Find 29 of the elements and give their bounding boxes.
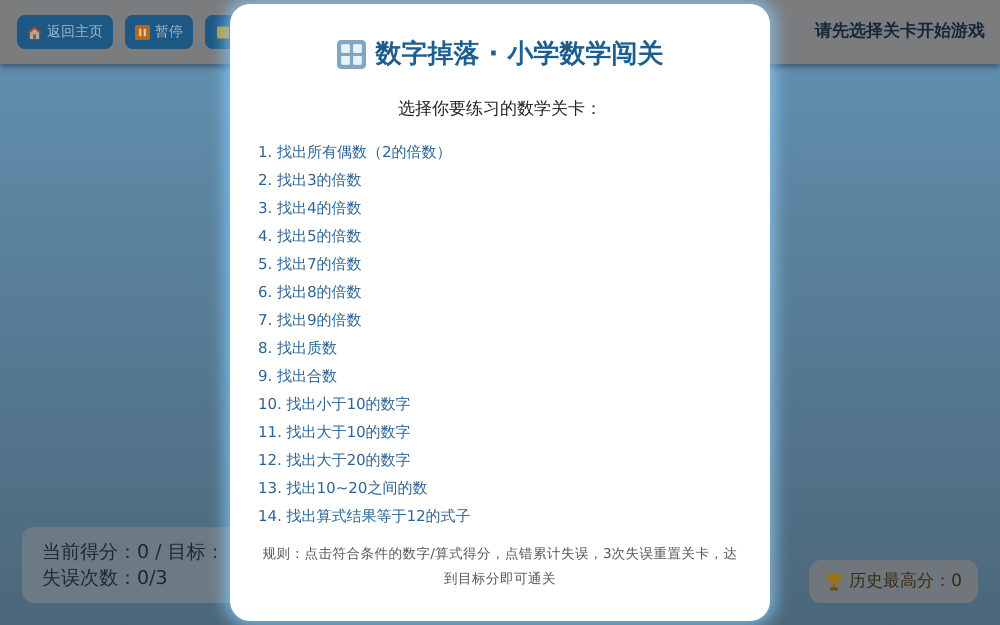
toolbar-button[interactable]: 暂停 [125, 15, 193, 49]
toolbar-button[interactable]: 返回主页 [17, 15, 113, 49]
level-link[interactable]: 13. 找出10~20之间的数 [258, 474, 428, 502]
toolbar-button[interactable] [205, 15, 231, 49]
level-link[interactable]: 9. 找出合数 [258, 362, 338, 390]
level-link[interactable]: 1. 找出所有偶数（2的倍数） [258, 138, 452, 166]
level-link[interactable]: 5. 找出7的倍数 [258, 250, 362, 278]
tile-icon [217, 24, 229, 40]
mistakes-text: 失误次数：0/3 [42, 566, 169, 591]
number-keypad-icon [336, 40, 366, 68]
level-link[interactable]: 14. 找出算式结果等于12的式子 [258, 502, 471, 530]
score-text: 当前得分：0 / 目标： [42, 540, 226, 565]
level-link[interactable]: 11. 找出大于10的数字 [258, 418, 411, 446]
level-link[interactable]: 12. 找出大于20的数字 [258, 446, 411, 474]
pause-icon [135, 24, 150, 40]
level-link[interactable]: 4. 找出5的倍数 [258, 222, 362, 250]
dialog-prompt: 选择你要练习的数学关卡： [398, 98, 602, 121]
house-icon [27, 24, 42, 40]
status-message: 请先选择关卡开始游戏 [815, 20, 985, 44]
level-link[interactable]: 6. 找出8的倍数 [258, 278, 362, 306]
trophy-icon [825, 572, 844, 590]
best-score-text: 历史最高分：0 [849, 570, 962, 593]
level-link[interactable]: 7. 找出9的倍数 [258, 306, 362, 334]
level-link[interactable]: 2. 找出3的倍数 [258, 166, 362, 194]
level-link[interactable]: 3. 找出4的倍数 [258, 194, 362, 222]
level-link[interactable]: 10. 找出小于10的数字 [258, 390, 411, 418]
dialog-title: 数字掉落 · 小学数学闯关 [376, 38, 664, 70]
level-link[interactable]: 8. 找出质数 [258, 334, 338, 362]
rules-text: 规则：点击符合条件的数字/算式得分，点错累计失误，3次失误重置关卡，达到目标分即可通关 [261, 545, 739, 589]
